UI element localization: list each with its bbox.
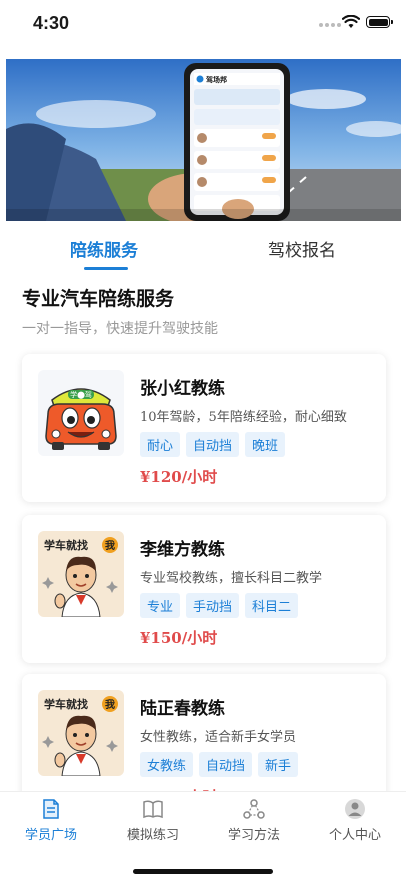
- tab-training[interactable]: 陪练服务: [70, 236, 138, 261]
- coach-name: 张小红教练: [140, 379, 225, 399]
- banner-phone-title: 驾场邦: [205, 75, 227, 84]
- avatar-badge-text: 我: [105, 539, 115, 552]
- coach-description: 女性教练，适合新手女学员: [140, 730, 297, 745]
- avatar-slogan-text: 学车就找: [44, 697, 88, 711]
- coach-card[interactable]: 学⬤驾 张小红教练 10年驾龄，5年陪练经验，耐心细致 耐心 自动挡 晚班 ¥1…: [22, 354, 386, 502]
- document-icon: [43, 799, 59, 819]
- coach-tag: 科目二: [245, 593, 299, 618]
- status-time: 4:30: [33, 13, 70, 33]
- status-bar: 4:30: [0, 0, 406, 52]
- home-indicator: [133, 869, 273, 874]
- section-title: 专业汽车陪练服务: [22, 288, 175, 310]
- coach-price: ¥150/小时: [140, 629, 218, 647]
- nav-item-student-plaza[interactable]: 学员广场: [1, 798, 101, 843]
- avatar-cap-text: 学⬤驾: [70, 390, 92, 399]
- coach-tag: 新手: [258, 752, 299, 777]
- coach-tags: 女教练 自动挡 新手: [140, 752, 299, 777]
- coach-avatar-boy: 学车就找 我: [38, 531, 124, 617]
- signal-dots-icon: [319, 23, 341, 27]
- coach-description: 10年驾龄，5年陪练经验，耐心细致: [140, 410, 347, 425]
- service-tabs: 陪练服务 驾校报名: [0, 222, 406, 272]
- nav-item-mock-practice[interactable]: 模拟练习: [103, 798, 203, 843]
- avatar-slogan-text: 学车就找: [44, 538, 88, 552]
- tab-school-enroll[interactable]: 驾校报名: [268, 236, 336, 261]
- coach-tag: 自动挡: [199, 752, 253, 777]
- book-icon: [143, 800, 163, 819]
- avatar-badge-text: 我: [105, 698, 115, 711]
- coach-tag: 耐心: [140, 432, 181, 457]
- nav-label: 个人中心: [328, 828, 381, 843]
- coach-tag: 女教练: [140, 752, 194, 777]
- coach-name: 李维方教练: [140, 540, 225, 560]
- promo-banner[interactable]: 驾场邦: [6, 59, 401, 221]
- nav-item-study-methods[interactable]: 学习方法: [204, 798, 304, 843]
- network-icon: [243, 799, 265, 819]
- coach-tag: 自动挡: [186, 432, 240, 457]
- nav-item-profile[interactable]: 个人中心: [305, 798, 405, 843]
- wifi-icon: [342, 15, 360, 28]
- coach-avatar-car: 学⬤驾: [38, 370, 124, 456]
- coach-price: ¥120/小时: [140, 468, 218, 486]
- tab-indicator: [84, 267, 128, 270]
- nav-label: 学习方法: [227, 828, 280, 843]
- coach-avatar-boy: 学车就找 我: [38, 690, 124, 776]
- coach-tag: 晚班: [245, 432, 286, 457]
- person-icon: [345, 799, 365, 819]
- coach-tags: 专业 手动挡 科目二: [140, 593, 299, 618]
- nav-label: 学员广场: [24, 828, 77, 843]
- coach-description: 专业驾校教练，擅长科目二教学: [140, 571, 323, 586]
- coach-name: 陆正春教练: [140, 699, 225, 719]
- coach-tags: 耐心 自动挡 晚班: [140, 432, 286, 457]
- coach-tag: 手动挡: [186, 593, 240, 618]
- coach-tag: 专业: [140, 593, 181, 618]
- battery-icon: [366, 16, 393, 28]
- coach-card[interactable]: 学车就找 我 李维方教练 专业驾校教练，擅长科目二教学 专业 手动挡 科目二 ¥…: [22, 515, 386, 663]
- nav-label: 模拟练习: [126, 828, 179, 843]
- section-subtitle: 一对一指导，快速提升驾驶技能: [22, 321, 218, 337]
